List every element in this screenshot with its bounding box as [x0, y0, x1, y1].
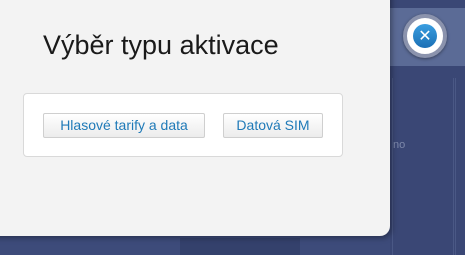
close-icon: ✕ [418, 26, 432, 45]
background-text-fragment: no [393, 139, 406, 151]
background-bottom-bar [180, 238, 300, 255]
background-panel [392, 78, 454, 255]
activation-options-box: Hlasové tarify a data Datová SIM [23, 93, 343, 157]
voice-tariffs-data-button[interactable]: Hlasové tarify a data [43, 113, 205, 138]
close-dialog-button[interactable]: ✕ [403, 14, 447, 58]
close-button-circle: ✕ [413, 24, 437, 48]
dialog-title: Výběr typu aktivace [43, 30, 279, 60]
data-sim-button[interactable]: Datová SIM [223, 113, 323, 138]
activation-type-dialog: Výběr typu aktivace Hlasové tarify a dat… [0, 0, 390, 236]
background-panel-secondary [455, 78, 465, 255]
